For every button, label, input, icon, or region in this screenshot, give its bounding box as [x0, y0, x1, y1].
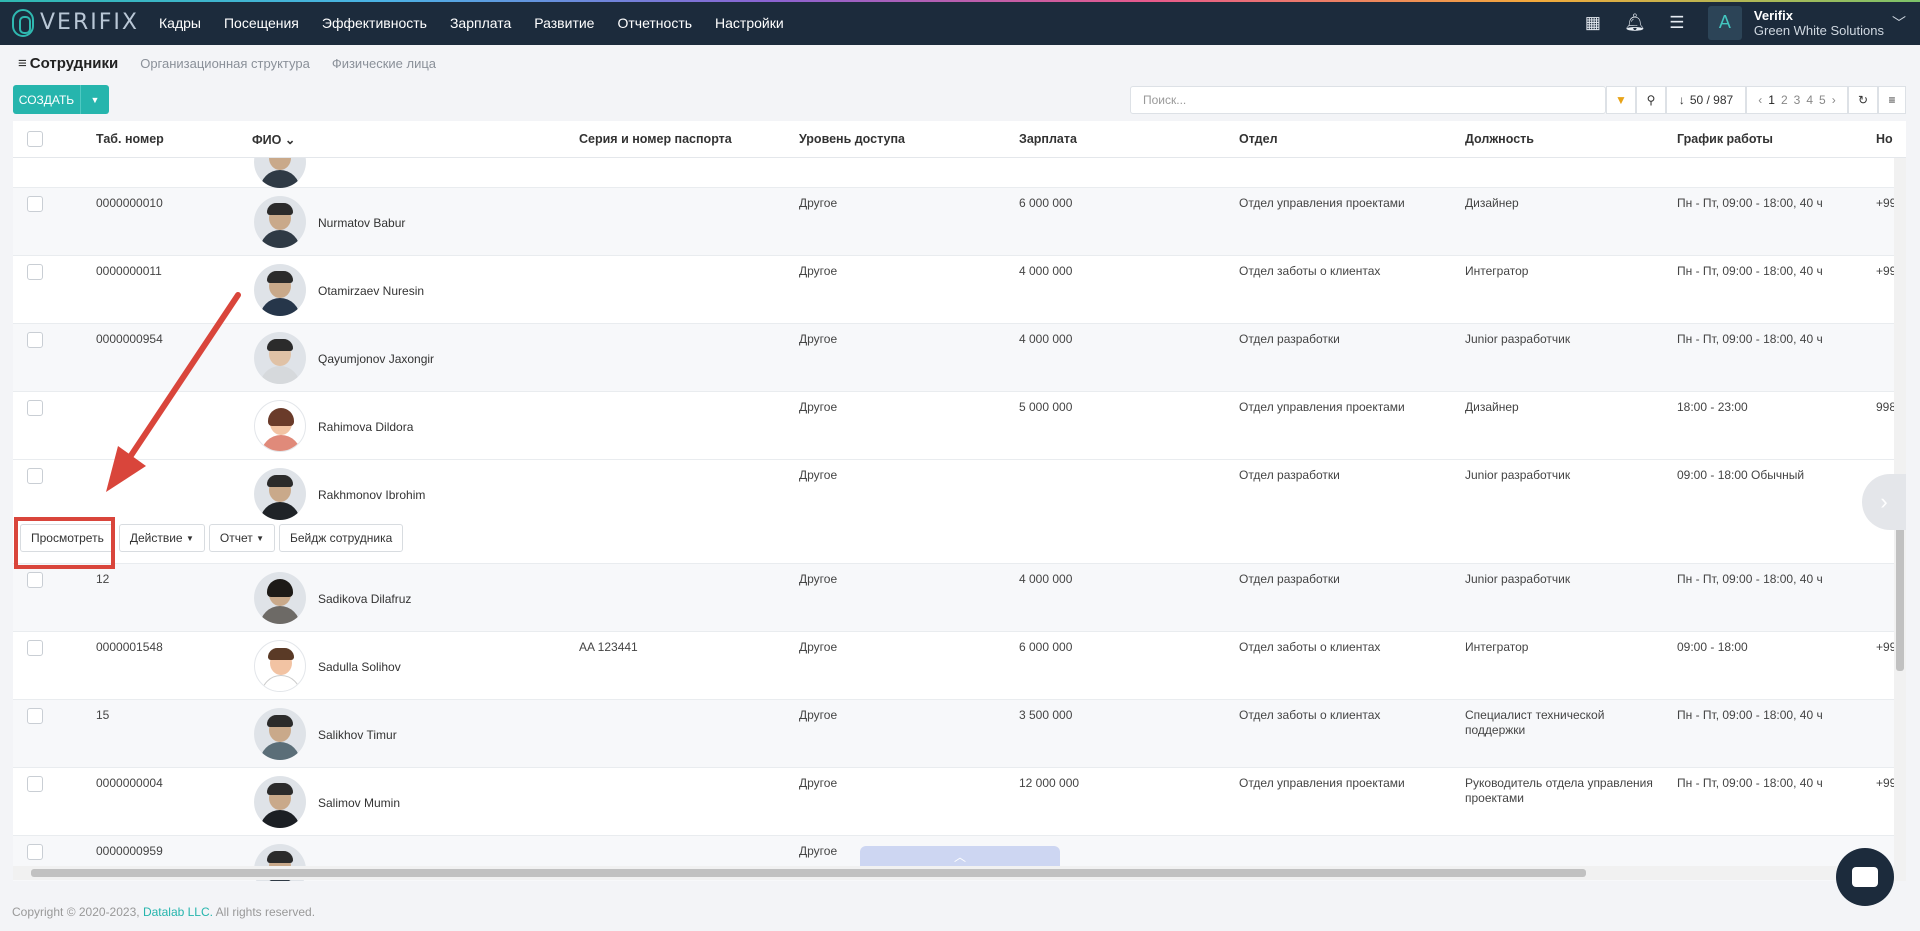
- col-salary[interactable]: Зарплата: [1019, 132, 1077, 146]
- col-passport[interactable]: Серия и номер паспорта: [579, 132, 732, 146]
- table-header: Таб. номер ФИО ⌄ Серия и номер паспорта …: [13, 121, 1906, 158]
- footer: Copyright © 2020-2023, Datalab LLC. All …: [12, 905, 315, 919]
- chevron-up-icon: ︿: [953, 849, 966, 864]
- chat-widget-button[interactable]: [1836, 848, 1894, 906]
- chevron-down-icon: ⌄: [284, 133, 296, 147]
- col-tab-number[interactable]: Таб. номер: [96, 132, 164, 146]
- col-fio-label: ФИО: [252, 133, 282, 147]
- col-access[interactable]: Уровень доступа: [799, 132, 905, 146]
- scroll-to-top-tab[interactable]: ︿: [860, 846, 1060, 866]
- copyright-text: Copyright © 2020-2023,: [12, 905, 140, 919]
- col-fio[interactable]: ФИО ⌄: [252, 132, 295, 147]
- horizontal-scrollbar[interactable]: [13, 866, 1906, 880]
- col-position[interactable]: Должность: [1465, 132, 1534, 146]
- horizontal-scroll-thumb[interactable]: [31, 869, 1586, 877]
- col-schedule[interactable]: График работы: [1677, 132, 1773, 146]
- col-dept[interactable]: Отдел: [1239, 132, 1278, 146]
- chat-bubble-icon: [1852, 867, 1878, 887]
- col-phone[interactable]: Но: [1876, 132, 1893, 146]
- brand-link[interactable]: Datalab LLC.: [143, 905, 213, 919]
- rights-text: All rights reserved.: [215, 905, 316, 919]
- select-all-checkbox[interactable]: [27, 131, 43, 147]
